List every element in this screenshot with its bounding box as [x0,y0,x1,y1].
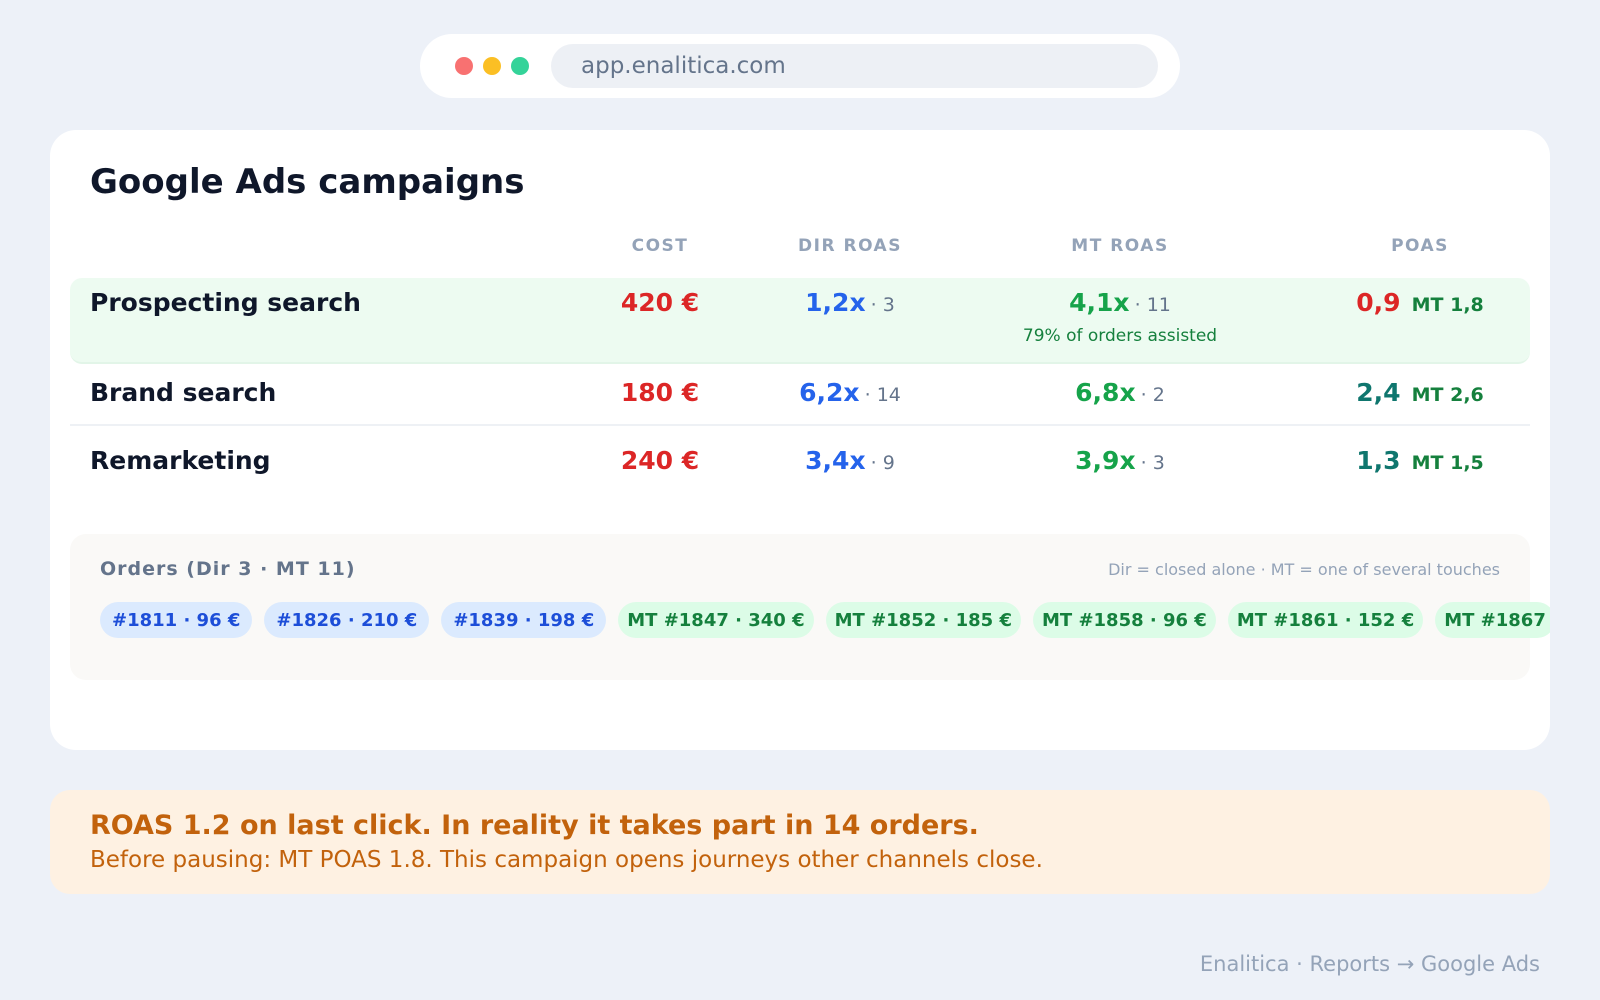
campaign-name: Brand search [90,378,277,407]
table-row-prospecting-search[interactable]: Prospecting search 420 € 1,2x · 3 4,1x ·… [70,278,1530,364]
breadcrumb[interactable]: Enalitica · Reports → Google Ads [1200,952,1540,976]
order-chip-multitouch[interactable]: MT #1867 [1435,602,1550,638]
column-header-dir-roas[interactable]: DIR ROAS [798,236,902,256]
mt-orders-count: · 2 [1140,384,1165,406]
mt-roas-value: 4,1x [1069,288,1130,317]
dir-orders-count: · 14 [864,384,901,406]
poas-value: 0,9 [1356,288,1401,317]
poas-mt-value: MT 1,8 [1411,294,1484,316]
order-chip-direct[interactable]: #1826 · 210 € [264,602,430,638]
column-header-poas[interactable]: POAS [1391,236,1449,256]
dir-orders-count: · 3 [870,294,895,316]
poas-cell: 1,3 MT 1,5 [1356,446,1484,475]
url-field[interactable]: app.enalitica.com [551,44,1158,88]
orders-title: Orders (Dir 3 · MT 11) [100,558,356,580]
poas-cell: 2,4 MT 2,6 [1356,378,1484,407]
campaign-name: Prospecting search [90,288,361,317]
mt-roas-cell: 3,9x · 3 [1075,446,1165,475]
cost-value: 180 € [620,378,700,407]
dir-roas-value: 3,4x [805,446,866,475]
dir-roas-cell: 3,4x · 9 [805,446,895,475]
poas-value: 1,3 [1356,446,1401,475]
window-maximize-dot-icon[interactable] [511,57,529,75]
browser-address-bar: app.enalitica.com [420,34,1180,98]
insight-alert-banner: ROAS 1.2 on last click. In reality it ta… [50,790,1550,894]
mt-roas-value: 3,9x [1075,446,1136,475]
alert-title: ROAS 1.2 on last click. In reality it ta… [90,810,979,841]
dir-roas-cell: 1,2x · 3 [805,288,895,317]
poas-mt-value: MT 1,5 [1411,452,1484,474]
dir-orders-count: · 9 [870,452,895,474]
dir-roas-value: 1,2x [805,288,866,317]
alert-body: Before pausing: MT POAS 1.8. This campai… [90,847,1043,873]
campaigns-card: Google Ads campaigns COST DIR ROAS MT RO… [50,130,1550,750]
window-close-dot-icon[interactable] [455,57,473,75]
table-row-brand-search[interactable]: Brand search 180 € 6,2x · 14 6,8x · 2 2,… [70,364,1530,426]
mt-roas-value: 6,8x [1075,378,1136,407]
cost-value: 240 € [620,446,700,475]
order-chip-multitouch[interactable]: MT #1858 · 96 € [1032,602,1216,638]
column-header-mt-roas[interactable]: MT ROAS [1071,236,1168,256]
mt-orders-count: · 11 [1134,294,1171,316]
order-chip-direct[interactable]: #1811 · 96 € [100,602,253,638]
orders-panel: Orders (Dir 3 · MT 11) Dir = closed alon… [70,534,1550,680]
mt-roas-cell: 4,1x · 11 [1069,288,1171,317]
order-chip-multitouch[interactable]: MT #1847 · 340 € [618,602,814,638]
mt-orders-count: · 3 [1140,452,1165,474]
window-minimize-dot-icon[interactable] [483,57,501,75]
poas-cell: 0,9 MT 1,8 [1356,288,1484,317]
column-header-cost[interactable]: COST [632,236,689,256]
dir-roas-value: 6,2x [799,378,860,407]
mt-roas-cell: 6,8x · 2 [1075,378,1165,407]
assisted-orders-note: 79% of orders assisted [1022,326,1218,346]
order-chip-multitouch[interactable]: MT #1861 · 152 € [1227,602,1424,638]
poas-value: 2,4 [1356,378,1401,407]
cost-value: 420 € [620,288,700,317]
orders-legend: Dir = closed alone · MT = one of several… [1108,560,1500,579]
campaign-name: Remarketing [90,446,271,475]
page-title: Google Ads campaigns [90,162,525,202]
table-row-remarketing[interactable]: Remarketing 240 € 3,4x · 9 3,9x · 3 1,3 … [70,426,1530,496]
order-chip-direct[interactable]: #1839 · 198 € [441,602,607,638]
dir-roas-cell: 6,2x · 14 [799,378,901,407]
order-chips: #1811 · 96 € #1826 · 210 € #1839 · 198 €… [100,602,1550,638]
poas-mt-value: MT 2,6 [1411,384,1484,406]
url-text: app.enalitica.com [581,53,786,79]
order-chip-multitouch[interactable]: MT #1852 · 185 € [825,602,1021,638]
